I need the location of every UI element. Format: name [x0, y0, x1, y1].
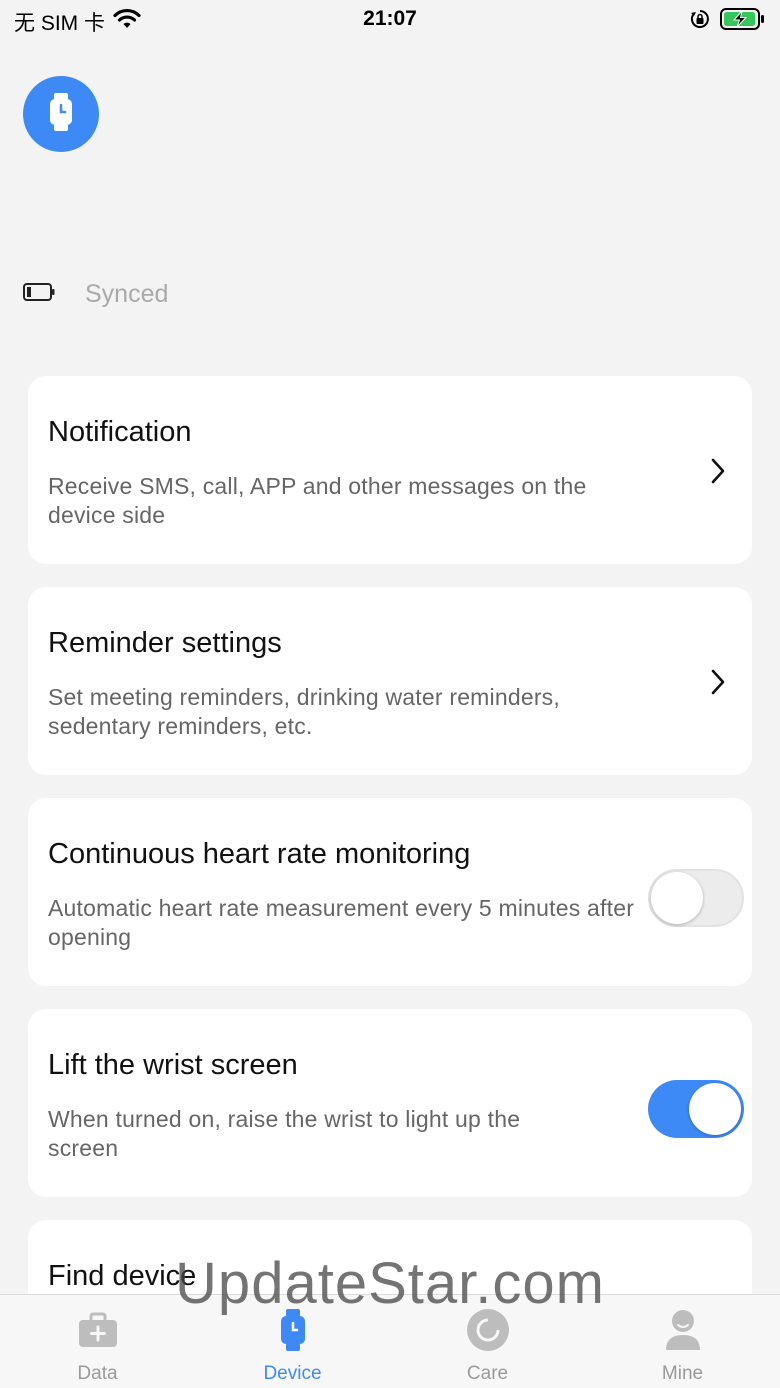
card-title: Lift the wrist screen [48, 1049, 298, 1081]
card-description: Receive SMS, call, APP and other message… [48, 473, 587, 528]
tab-label: Care [466, 1363, 509, 1384]
card-description: Automatic heart rate measurement every 5… [48, 895, 635, 950]
tab-label: Mine [661, 1363, 704, 1384]
card-title: Continuous heart rate monitoring [48, 838, 471, 870]
toggle-knob [651, 872, 703, 924]
tab-label: Device [263, 1363, 322, 1384]
card-description: Set meeting reminders, drinking water re… [48, 684, 560, 739]
person-icon [664, 1307, 702, 1353]
medical-kit-icon [78, 1307, 118, 1353]
card-title: Notification [48, 416, 192, 448]
heart-rate-monitoring-card: Continuous heart rate monitoring Automat… [28, 798, 752, 986]
card-description: When turned on, raise the wrist to light… [48, 1106, 521, 1161]
toggle-knob [689, 1083, 741, 1135]
care-icon [466, 1307, 510, 1353]
sync-status: Synced [23, 280, 168, 309]
reminder-settings-card[interactable]: Reminder settings Set meeting reminders,… [28, 587, 752, 775]
chevron-right-icon [710, 458, 726, 489]
find-device-card[interactable]: Find device [28, 1220, 752, 1294]
watch-icon [48, 92, 74, 137]
tab-mine[interactable]: Mine [585, 1295, 780, 1388]
heart-rate-toggle[interactable] [648, 869, 744, 927]
tab-care[interactable]: Care [390, 1295, 585, 1388]
orientation-lock-icon [690, 9, 710, 34]
device-avatar[interactable] [23, 76, 99, 152]
lift-wrist-toggle[interactable] [648, 1080, 744, 1138]
tab-bar: Data Device Care Mine [0, 1294, 780, 1388]
tab-device[interactable]: Device [195, 1295, 390, 1388]
sync-status-label: Synced [85, 280, 169, 308]
battery-charging-icon [720, 8, 766, 35]
status-bar: 无 SIM 卡 21:07 [0, 0, 780, 40]
chevron-right-icon [710, 669, 726, 700]
status-time: 21:07 [363, 7, 417, 30]
card-title: Find device [48, 1260, 197, 1292]
battery-icon [23, 283, 55, 306]
tab-data[interactable]: Data [0, 1295, 195, 1388]
tab-label: Data [77, 1363, 118, 1384]
watch-icon [279, 1307, 307, 1353]
card-title: Reminder settings [48, 627, 282, 659]
lift-wrist-card: Lift the wrist screen When turned on, ra… [28, 1009, 752, 1197]
notification-card[interactable]: Notification Receive SMS, call, APP and … [28, 376, 752, 564]
